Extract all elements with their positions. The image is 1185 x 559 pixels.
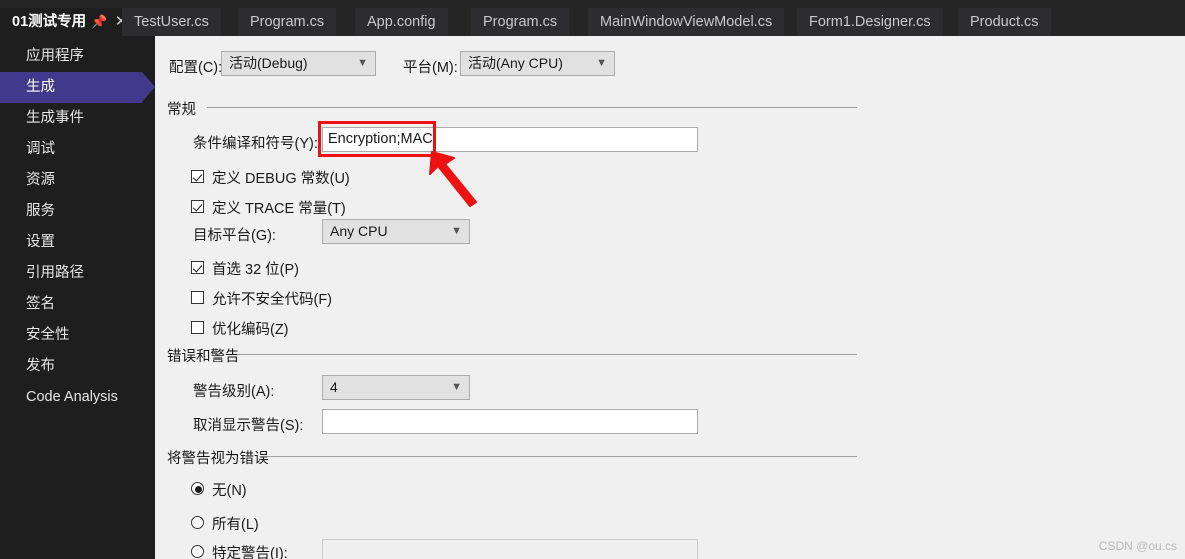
configuration-value: 活动(Debug) <box>229 55 308 71</box>
prefer-32bit-label: 首选 32 位(P) <box>212 262 300 278</box>
suppress-warnings-input[interactable] <box>322 409 698 434</box>
checkbox-box-icon <box>191 291 204 304</box>
editor-tab-strip: 01测试专用 📌 ✕ TestUser.cs Program.cs App.co… <box>0 0 1185 36</box>
configuration-label: 配置(C): <box>169 60 223 76</box>
tab-label: 01测试专用 <box>12 14 87 30</box>
tab-label: Product.cs <box>970 14 1039 30</box>
radio-circle-icon <box>191 545 204 558</box>
treat-warnings-all-label: 所有(L) <box>212 517 259 533</box>
chevron-down-icon: ▼ <box>596 57 607 69</box>
treat-warnings-none-label: 无(N) <box>212 483 247 499</box>
build-settings-panel: 配置(C): 活动(Debug) ▼ 平台(M): 活动(Any CPU) ▼ … <box>155 36 1185 559</box>
sidebar-item-label: 应用程序 <box>26 48 84 64</box>
tab-product-cs[interactable]: Product.cs <box>958 8 1052 36</box>
sidebar-item-settings[interactable]: 设置 <box>0 227 155 258</box>
treat-warnings-group-title: 将警告视为错误 <box>167 451 269 467</box>
sidebar-item-reference-paths[interactable]: 引用路径 <box>0 258 155 289</box>
sidebar-item-signing[interactable]: 签名 <box>0 289 155 320</box>
sidebar-item-label: 引用路径 <box>26 265 84 281</box>
watermark: CSDN @ou.cs <box>1098 539 1177 553</box>
radio-circle-icon <box>191 516 204 529</box>
errors-warnings-group-title: 错误和警告 <box>167 349 240 365</box>
define-debug-label: 定义 DEBUG 常数(U) <box>212 171 350 187</box>
platform-target-value: Any CPU <box>330 223 388 239</box>
group-divider <box>237 354 857 355</box>
sidebar-item-label: 发布 <box>26 358 55 374</box>
general-group-title: 常规 <box>167 102 196 118</box>
tab-label: Program.cs <box>250 14 325 30</box>
sidebar-item-label: 调试 <box>26 141 55 157</box>
specific-warnings-input[interactable] <box>322 539 698 559</box>
chevron-down-icon: ▼ <box>451 225 462 237</box>
tab-app-config[interactable]: App.config <box>355 8 449 36</box>
visual-studio-project-properties-window: 01测试专用 📌 ✕ TestUser.cs Program.cs App.co… <box>0 0 1185 559</box>
sidebar-item-services[interactable]: 服务 <box>0 196 155 227</box>
sidebar-item-build-events[interactable]: 生成事件 <box>0 103 155 134</box>
chevron-down-icon: ▼ <box>451 381 462 393</box>
sidebar-item-build[interactable]: 生成 <box>0 72 155 103</box>
group-divider <box>207 107 857 108</box>
conditional-symbols-input[interactable]: Encryption;MAC <box>322 127 698 152</box>
sidebar-item-debug[interactable]: 调试 <box>0 134 155 165</box>
tab-01测试专用[interactable]: 01测试专用 📌 ✕ <box>0 8 138 36</box>
conditional-symbols-label: 条件编译和符号(Y): <box>193 136 318 152</box>
platform-dropdown[interactable]: 活动(Any CPU) ▼ <box>460 51 615 76</box>
radio-circle-icon <box>191 482 204 495</box>
tab-label: App.config <box>367 14 436 30</box>
checkbox-box-icon <box>191 200 204 213</box>
tab-mainwindowviewmodel-cs[interactable]: MainWindowViewModel.cs <box>588 8 786 36</box>
tab-label: MainWindowViewModel.cs <box>600 14 773 30</box>
platform-target-dropdown[interactable]: Any CPU ▼ <box>322 219 470 244</box>
sidebar-item-label: 服务 <box>26 203 55 219</box>
pin-icon[interactable]: 📌 <box>90 8 108 36</box>
tab-label: TestUser.cs <box>134 14 209 30</box>
warning-level-value: 4 <box>330 379 338 395</box>
checkbox-box-icon <box>191 261 204 274</box>
sidebar-item-security[interactable]: 安全性 <box>0 320 155 351</box>
platform-label: 平台(M): <box>403 60 458 76</box>
properties-category-sidebar: 应用程序 生成 生成事件 调试 资源 服务 设置 引用路径 签名 安全性 发布 <box>0 36 155 559</box>
tab-label: Form1.Designer.cs <box>809 14 931 30</box>
sidebar-item-label: 安全性 <box>26 327 70 343</box>
allow-unsafe-code-label: 允许不安全代码(F) <box>212 292 333 308</box>
conditional-symbols-value: Encryption;MAC <box>328 131 433 147</box>
warning-level-label: 警告级别(A): <box>193 384 275 400</box>
sidebar-item-label: 资源 <box>26 172 55 188</box>
define-trace-label: 定义 TRACE 常量(T) <box>212 201 346 217</box>
sidebar-item-label: 设置 <box>26 234 55 250</box>
sidebar-item-label: 签名 <box>26 296 55 312</box>
chevron-down-icon: ▼ <box>357 57 368 69</box>
warning-level-dropdown[interactable]: 4 ▼ <box>322 375 470 400</box>
sidebar-item-publish[interactable]: 发布 <box>0 351 155 382</box>
treat-warnings-specific-label: 特定警告(I): <box>212 546 288 559</box>
sidebar-item-label: Code Analysis <box>26 389 118 405</box>
optimize-code-label: 优化编码(Z) <box>212 322 289 338</box>
tab-testuser-cs[interactable]: TestUser.cs <box>122 8 222 36</box>
configuration-dropdown[interactable]: 活动(Debug) ▼ <box>221 51 376 76</box>
group-divider <box>267 456 857 457</box>
platform-value: 活动(Any CPU) <box>468 55 563 71</box>
tab-program-cs-2[interactable]: Program.cs <box>471 8 571 36</box>
tab-label: Program.cs <box>483 14 558 30</box>
platform-target-label: 目标平台(G): <box>193 228 276 244</box>
tab-program-cs-1[interactable]: Program.cs <box>238 8 338 36</box>
sidebar-item-code-analysis[interactable]: Code Analysis <box>0 382 155 413</box>
sidebar-item-label: 生成 <box>26 79 55 95</box>
sidebar-item-resources[interactable]: 资源 <box>0 165 155 196</box>
checkbox-box-icon <box>191 170 204 183</box>
sidebar-item-application[interactable]: 应用程序 <box>0 41 155 72</box>
tab-form1-designer-cs[interactable]: Form1.Designer.cs <box>797 8 944 36</box>
sidebar-item-label: 生成事件 <box>26 110 84 126</box>
checkbox-box-icon <box>191 321 204 334</box>
suppress-warnings-label: 取消显示警告(S): <box>193 418 304 434</box>
